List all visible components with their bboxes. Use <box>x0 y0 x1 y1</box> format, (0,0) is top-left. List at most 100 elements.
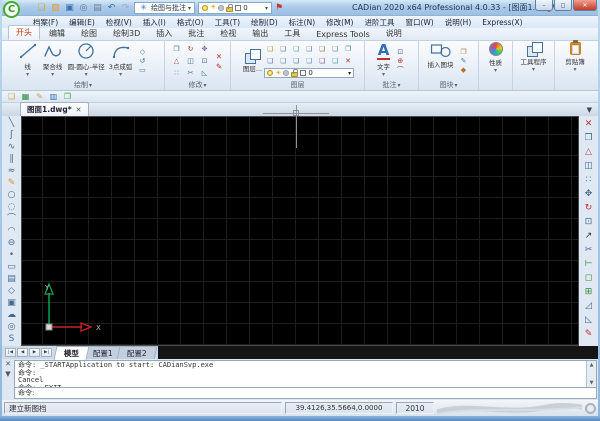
spline-fit-icon[interactable]: S <box>4 333 19 345</box>
new-file-icon[interactable]: ❏ <box>36 2 47 14</box>
point-icon[interactable]: • <box>4 249 19 261</box>
properties-button[interactable]: 性质 <box>487 42 505 80</box>
layer-previous-icon[interactable]: ❏ <box>264 56 276 67</box>
freehand-icon[interactable]: ≈ <box>4 165 19 177</box>
rotate-icon[interactable]: ↻ <box>184 44 197 55</box>
ribbon-tab[interactable]: 编辑 <box>42 27 72 40</box>
utilities-button[interactable]: 工具程序 <box>519 42 549 80</box>
layer-off-icon[interactable]: ❏ <box>277 44 289 55</box>
ribbon-tab[interactable]: 输出 <box>245 27 275 40</box>
block-panel-label[interactable]: 图块 <box>420 80 477 90</box>
scroll-down-icon[interactable]: ▼ <box>590 379 594 387</box>
line-icon[interactable]: ╲ <box>4 117 19 129</box>
donut-icon[interactable]: ◎ <box>4 321 19 333</box>
save-icon[interactable]: ▣ <box>64 2 75 14</box>
layer-manager-button[interactable]: 图层... <box>241 42 264 80</box>
undo-icon[interactable]: ↶ <box>106 2 117 14</box>
layers-panel-label[interactable]: 图层 <box>232 80 363 90</box>
move-icon[interactable]: ✥ <box>581 187 596 201</box>
command-input[interactable]: 命令: <box>14 388 597 399</box>
menu-item[interactable]: 格式(O) <box>172 17 209 28</box>
fillet-icon[interactable]: ◺ <box>198 68 211 79</box>
mirror-icon[interactable]: △ <box>170 56 183 67</box>
print-icon[interactable]: ▤ <box>92 2 103 14</box>
menu-item[interactable]: 插入(I) <box>138 17 171 28</box>
close-button[interactable]: ✕ <box>573 0 597 11</box>
layer-vpfreeze-icon[interactable]: ❏ <box>329 56 341 67</box>
layout-first-button[interactable]: |◀ <box>5 348 16 357</box>
polygon-icon[interactable]: ◇ <box>135 48 149 56</box>
layout-prev-button[interactable]: ◀ <box>17 348 28 357</box>
modify-panel-label[interactable]: 修改 <box>166 80 229 90</box>
layer-lock-icon[interactable]: ❏ <box>316 44 328 55</box>
markup-icon[interactable]: ✎ <box>34 92 45 101</box>
ribbon-tab[interactable]: 说明 <box>379 27 409 40</box>
layout-tab[interactable]: 配置2 <box>116 346 157 360</box>
layout-next-button[interactable]: ▶ <box>29 348 40 357</box>
dimension-icon[interactable]: ⊡ <box>393 48 407 56</box>
open-folder-icon[interactable]: ▨ <box>50 2 61 14</box>
layer-thaw-icon[interactable]: ❏ <box>303 44 315 55</box>
rotate-icon[interactable]: ↻ <box>581 201 596 215</box>
mirror-icon[interactable]: △ <box>581 145 596 159</box>
ribbon-tab[interactable]: Express Tools <box>309 29 377 40</box>
maximize-button[interactable]: ◻ <box>554 0 572 11</box>
multiline-icon[interactable]: ∥ <box>4 153 19 165</box>
status-knob-icon[interactable] <box>585 403 596 414</box>
menu-item[interactable]: Express(X) <box>477 18 527 27</box>
layout-tab[interactable]: 模型 <box>54 346 90 360</box>
ribbon-tab[interactable]: 绘图 <box>74 27 104 40</box>
scale-icon[interactable]: ⊡ <box>198 56 211 67</box>
erase-icon[interactable]: ✕ <box>581 117 596 131</box>
extend-icon[interactable]: ⊢ <box>581 257 596 271</box>
ribbon-tab[interactable]: 检视 <box>213 27 243 40</box>
block-xref-icon[interactable]: ◆ <box>457 66 471 74</box>
insert-block-button[interactable]: 插入图块 <box>426 42 456 80</box>
trim-icon[interactable]: ✂ <box>581 243 596 257</box>
hatch-icon[interactable]: ▤ <box>4 273 19 285</box>
scale-icon[interactable]: ⊡ <box>581 215 596 229</box>
center-mark-icon[interactable]: ⊕ <box>393 57 407 65</box>
trim-icon[interactable]: ✂ <box>184 68 197 79</box>
draw-panel-label[interactable]: 绘制 <box>3 80 163 90</box>
ribbon-tab[interactable]: 插入 <box>149 27 179 40</box>
offset-icon[interactable]: ◫ <box>581 159 596 173</box>
menu-item[interactable]: 进阶工具 <box>359 17 399 28</box>
polygon-icon[interactable]: ◇ <box>4 285 19 297</box>
text-button[interactable]: A 文字 <box>375 42 393 80</box>
polyline-icon[interactable]: ʃ <box>4 129 19 141</box>
etransmit-icon[interactable]: ❐ <box>62 92 73 101</box>
annotate-panel-label[interactable]: 批注 <box>366 80 417 90</box>
app-logo[interactable]: C <box>3 1 20 18</box>
array-icon[interactable]: ∷ <box>581 173 596 187</box>
minimize-button[interactable]: – <box>535 0 553 11</box>
ribbon-tab[interactable]: 开头 <box>8 25 40 40</box>
scroll-up-icon[interactable]: ▲ <box>590 361 594 369</box>
rectangle-icon[interactable]: ▭ <box>135 66 149 74</box>
command-expand-icon[interactable]: ▼ <box>5 371 10 378</box>
layer-quick-select[interactable]: ☀ 0 <box>198 2 272 14</box>
rectangle-icon[interactable]: ▭ <box>4 261 19 273</box>
drawing-canvas[interactable]: Y X <box>21 116 579 346</box>
layer-on-icon[interactable]: ❏ <box>264 44 276 55</box>
menu-item[interactable]: 编辑(E) <box>64 17 100 28</box>
move-icon[interactable]: ✥ <box>198 44 211 55</box>
sheet-set-icon[interactable]: ❏ <box>6 92 17 101</box>
table-export-icon[interactable]: ▦ <box>20 92 31 101</box>
plot-preview-icon[interactable]: ◎ <box>78 2 89 14</box>
chamfer-icon[interactable]: ◿ <box>581 299 596 313</box>
layer-isolate-icon[interactable]: ❏ <box>290 56 302 67</box>
explode-icon[interactable]: ✎ <box>581 327 596 341</box>
layer-unlock-icon[interactable]: ❏ <box>329 44 341 55</box>
ribbon-tab[interactable]: 绘制3D <box>106 27 147 40</box>
layer-delete-icon[interactable]: ✕ <box>342 56 354 67</box>
join-icon[interactable]: ⊞ <box>581 285 596 299</box>
image-attach-icon[interactable]: ▥ <box>48 92 59 101</box>
tab-close-icon[interactable]: ✕ <box>76 106 82 114</box>
layer-freeze-icon[interactable]: ❏ <box>290 44 302 55</box>
menu-item[interactable]: 修改(M) <box>321 17 358 28</box>
block-edit-icon[interactable]: ✎ <box>457 57 471 65</box>
flag-icon[interactable]: ⚑ <box>275 3 283 13</box>
break-icon[interactable]: ◻ <box>581 271 596 285</box>
layer-merge-icon[interactable]: ❏ <box>303 56 315 67</box>
